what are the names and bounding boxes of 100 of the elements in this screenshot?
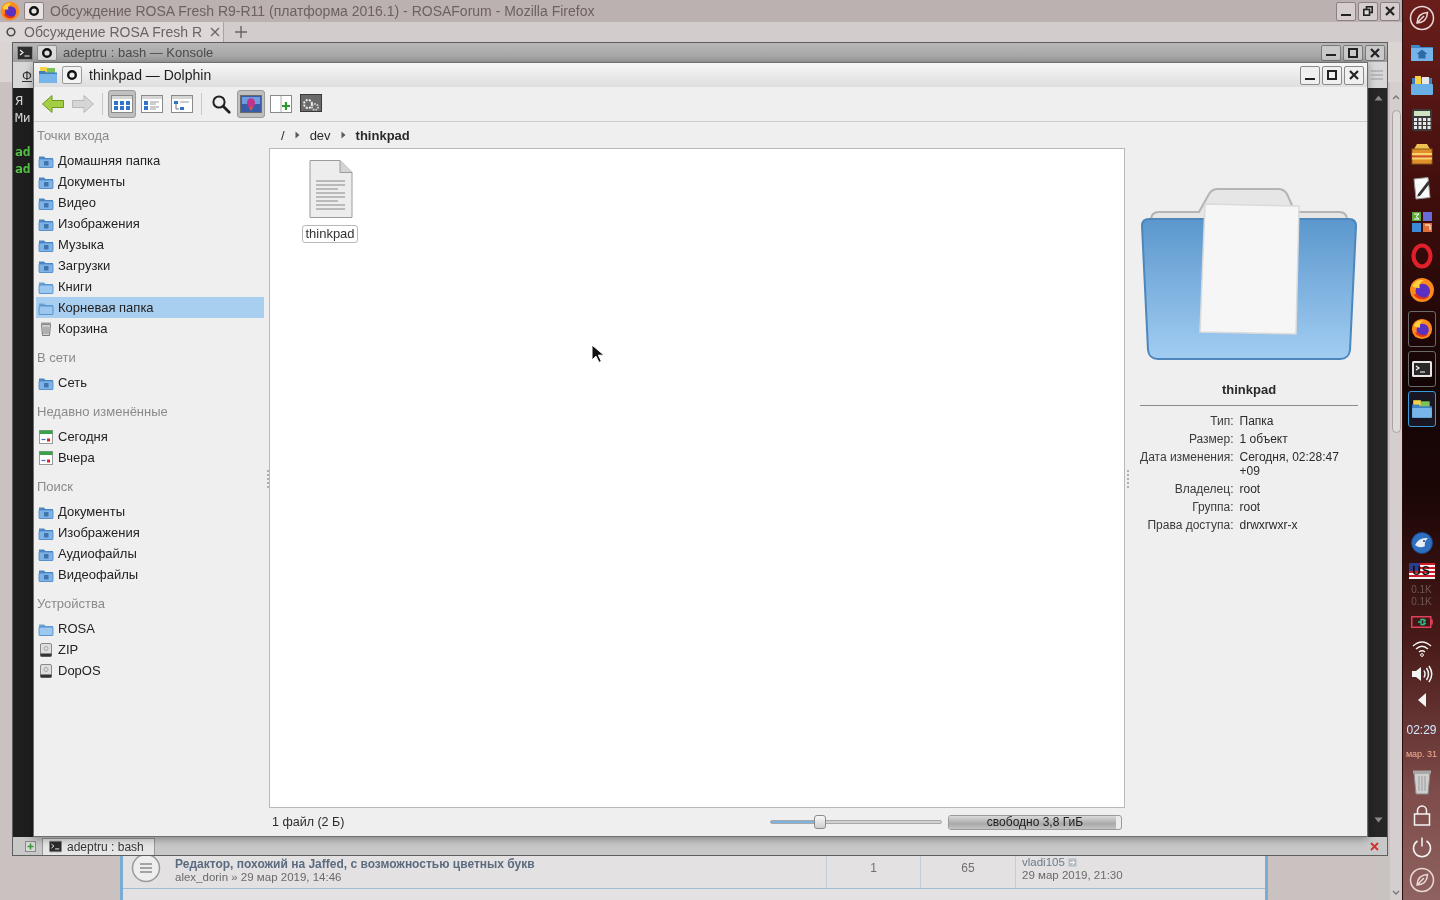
gears-icon [300,94,322,114]
grip-icon[interactable] [266,469,269,489]
close-button[interactable] [1344,65,1364,85]
places-item[interactable]: Корзина [36,318,264,339]
close-icon[interactable] [1370,841,1379,851]
window-title: thinkpad — Dolphin [89,67,212,83]
browser-icon[interactable] [1408,277,1435,303]
places-item[interactable]: Документы [36,501,264,522]
minimize-button[interactable] [1300,65,1320,85]
oval-ring-icon[interactable] [1410,243,1433,269]
browser-tab[interactable]: Обсуждение ROSA Fresh R [0,22,224,42]
task-button[interactable] [1407,351,1436,387]
lock-icon[interactable] [1412,804,1431,826]
triangle-up-icon [1373,95,1383,101]
maximize-button[interactable] [1343,44,1363,61]
places-item[interactable]: Сегодня [36,426,264,447]
arrow-right-icon [71,93,95,115]
chevron-up-icon [1392,94,1400,100]
property-label: Группа: [1191,499,1234,516]
power-icon[interactable] [1410,836,1433,858]
network-speed: 0.1K [1411,596,1432,608]
places-item[interactable]: Аудиофайлы [36,543,264,564]
close-button[interactable] [1380,1,1400,21]
breadcrumb-item[interactable]: dev [309,127,331,143]
places-item[interactable]: ZIP [36,639,264,660]
topic-byline: alex_dorin » 29 мар 2019, 14:46 [175,871,342,884]
scrollbar[interactable] [1390,82,1402,900]
property-label: Дата изменения: [1140,449,1234,466]
window-menu-button[interactable] [37,44,57,61]
places-heading: Недавно изменённые [36,403,169,421]
prompt-text: ad [15,160,31,177]
last-post-author[interactable]: vladi105 [1022,856,1065,869]
scrollbar[interactable] [1368,88,1387,837]
window-menu-button[interactable] [62,66,82,84]
volume-icon[interactable] [1410,664,1433,684]
free-space-label: свободно 3,8 ГиБ [986,815,1084,829]
terminal-icon [49,840,62,853]
keyboard-layout-button[interactable]: US [1408,563,1435,579]
wifi-icon[interactable] [1411,639,1432,657]
task-button[interactable] [1407,311,1436,347]
topic-title[interactable]: Редактор, похожий на Jaffed, с возможностью цветных букв [175,858,535,871]
terminal-text: Я [15,92,23,109]
places-item[interactable]: Изображения [36,213,264,234]
battery-icon[interactable] [1410,616,1433,628]
places-item[interactable]: DopOS [36,660,264,681]
trash-icon[interactable] [1410,769,1433,795]
flag-icon [1408,563,1435,579]
document-icon [306,159,354,219]
breadcrumb-item[interactable]: thinkpad [355,127,410,143]
leaf-ring-icon[interactable] [1408,5,1435,31]
places-item[interactable]: Загрузки [36,255,264,276]
places-item[interactable]: Документы [36,171,264,192]
minimize-icon [1326,53,1336,56]
triangle-down-icon [1373,817,1383,823]
places-item[interactable]: Корневая папка [36,297,264,318]
box-icon[interactable] [1408,141,1435,167]
minimize-button[interactable] [1336,1,1356,21]
minimize-button[interactable] [1321,44,1341,61]
file-name[interactable]: thinkpad [302,225,358,243]
menu-item[interactable]: Ф [22,67,32,83]
maximize-button[interactable] [1322,65,1342,85]
close-button[interactable] [1365,44,1385,61]
maximize-icon [1327,70,1337,80]
property-value: 1 объект [1239,431,1289,448]
clock-time[interactable]: 02:29 [1406,721,1437,739]
places-item[interactable]: Домашняя папка [36,150,264,171]
triangle-left-icon[interactable] [1416,692,1427,708]
prompt-text: ad [15,143,31,160]
task-button[interactable] [1407,391,1436,427]
close-icon [210,27,221,37]
restore-button[interactable] [1358,1,1378,21]
browser-icon [1410,318,1433,340]
view-mode-button[interactable] [108,90,136,118]
session-tab[interactable]: adeptru : bash [42,837,155,855]
places-item[interactable]: Сеть [36,372,264,393]
places-item[interactable]: Видео [36,192,264,213]
slider-thumb[interactable] [814,815,827,829]
places-item[interactable]: Изображения [36,522,264,543]
window-title: Обсуждение ROSA Fresh R9-R11 (платформа 2016.1) - ROSAForum - Mozilla Firefox [50,3,595,19]
arrow-left-icon [41,93,65,115]
plus-icon[interactable] [234,25,248,39]
leaf-ring-icon[interactable] [1408,867,1435,893]
grip-icon[interactable] [1126,469,1129,489]
bird-globe-icon[interactable] [1409,531,1434,555]
window-menu-button[interactable] [24,2,44,20]
preview-button[interactable] [237,90,265,118]
places-item[interactable]: ROSA [36,618,264,639]
places-item[interactable]: Музыка [36,234,264,255]
drive-icon [38,662,54,679]
trash-icon [38,320,54,337]
breadcrumb-item[interactable]: / [281,127,285,143]
grid-view-icon [111,95,133,113]
network-speed: 0.1K [1411,584,1432,596]
file-title: thinkpad [1221,382,1277,398]
places-item[interactable]: Видеофайлы [36,564,264,585]
restore-icon [1363,6,1373,16]
new-tab-icon[interactable] [25,840,36,852]
list-view-icon [141,95,163,113]
places-item[interactable]: Книги [36,276,264,297]
places-item[interactable]: Вчера [36,447,264,468]
